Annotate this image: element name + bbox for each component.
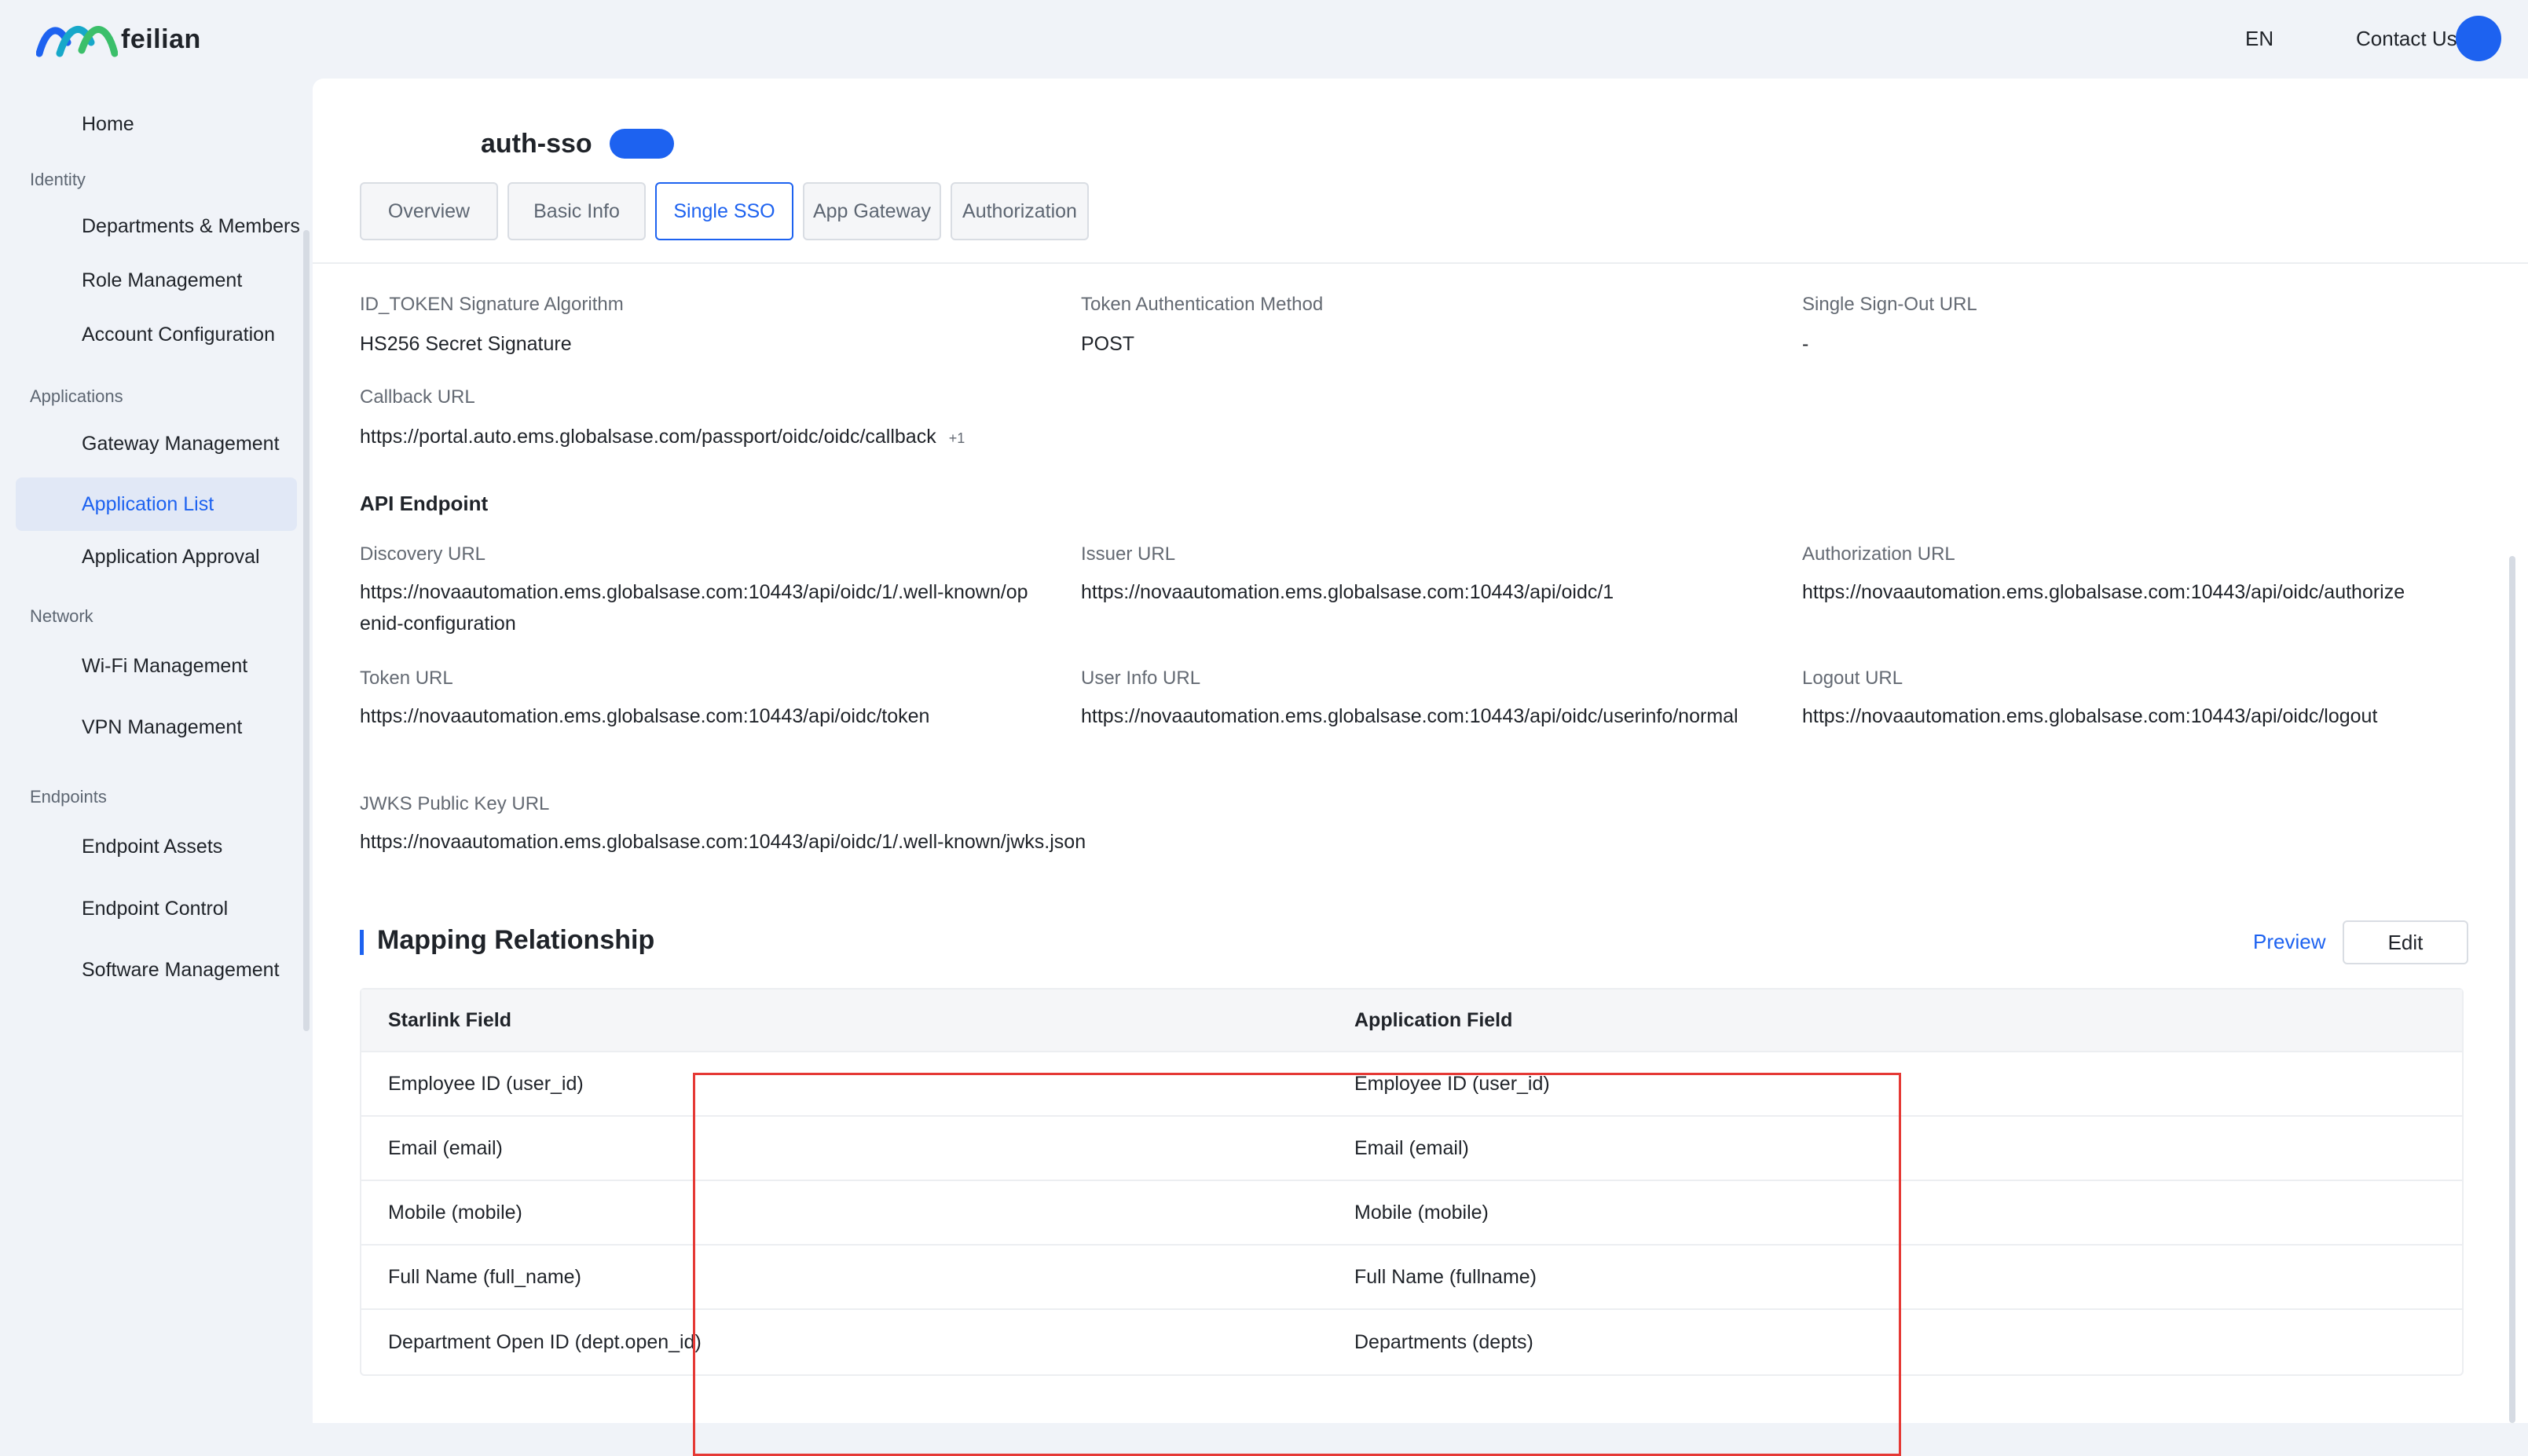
language-switch[interactable]: EN (2245, 27, 2273, 51)
token-url-value: https://novaautomation.ems.globalsase.co… (360, 705, 930, 727)
user-info-url-value: https://novaautomation.ems.globalsase.co… (1081, 705, 1738, 727)
section-accent-bar (360, 930, 364, 955)
sidebar-group-endpoints: Endpoints (30, 787, 107, 807)
sidebar-item-account-configuration[interactable]: Account Configuration (16, 308, 297, 361)
callback-more-badge[interactable]: +1 (949, 430, 965, 446)
application-field-cell: Mobile (mobile) (1354, 1201, 1489, 1224)
sidebar-item-vpn-management[interactable]: VPN Management (16, 701, 297, 754)
user-info-url-label: User Info URL (1081, 668, 1201, 689)
application-field-cell: Employee ID (user_id) (1354, 1072, 1550, 1095)
api-endpoint-heading: API Endpoint (360, 492, 489, 515)
edit-button[interactable]: Edit (2343, 920, 2468, 964)
main-scrollbar[interactable] (2509, 556, 2515, 1423)
logout-url-value: https://novaautomation.ems.globalsase.co… (1802, 705, 2378, 727)
column-header-application-field: Application Field (1354, 1008, 1513, 1031)
sidebar-item-role-management[interactable]: Role Management (16, 254, 297, 307)
sidebar-item-wifi-management[interactable]: Wi-Fi Management (16, 639, 297, 693)
tab-app-gateway[interactable]: App Gateway (803, 182, 941, 240)
application-field-cell: Full Name (fullname) (1354, 1265, 1537, 1288)
authorization-url-label: Authorization URL (1802, 543, 1955, 565)
table-row: Email (email) Email (email) (361, 1117, 2462, 1181)
sidebar-scrollbar[interactable] (303, 230, 310, 1031)
tab-single-sso[interactable]: Single SSO (655, 182, 793, 240)
mapping-table: Starlink Field Application Field Employe… (360, 988, 2464, 1376)
mapping-title: Mapping Relationship (377, 925, 655, 955)
token-url-label: Token URL (360, 668, 453, 689)
feilian-logo-icon (36, 26, 118, 57)
sidebar-item-gateway-management[interactable]: Gateway Management (16, 417, 297, 470)
callback-url-value: https://portal.auto.ems.globalsase.com/p… (360, 426, 936, 448)
sidebar-item-software-management[interactable]: Software Management (16, 943, 297, 997)
signout-url-label: Single Sign-Out URL (1802, 294, 1977, 315)
sidebar-item-departments[interactable]: Departments & Members (16, 199, 300, 253)
sidebar-group-network: Network (30, 606, 93, 626)
application-field-cell: Email (email) (1354, 1136, 1469, 1159)
avatar[interactable] (2456, 16, 2501, 61)
issuer-url-label: Issuer URL (1081, 543, 1176, 565)
id-token-value: HS256 Secret Signature (360, 333, 572, 355)
brand-name: feilian (121, 24, 201, 54)
sidebar-group-identity: Identity (30, 170, 86, 189)
token-auth-value: POST (1081, 333, 1135, 355)
callback-url-row: https://portal.auto.ems.globalsase.com/p… (360, 421, 965, 454)
starlink-field-cell: Email (email) (388, 1136, 503, 1159)
jwks-url-value: https://novaautomation.ems.globalsase.co… (360, 831, 1086, 853)
contact-us-link[interactable]: Contact Us (2356, 27, 2457, 51)
preview-link[interactable]: Preview (2253, 930, 2325, 954)
discovery-url-value: https://novaautomation.ems.globalsase.co… (360, 581, 1028, 635)
signout-url-value: - (1802, 333, 1809, 355)
logout-url-label: Logout URL (1802, 668, 1903, 689)
logo[interactable]: feilian (36, 19, 201, 60)
tab-overview[interactable]: Overview (360, 182, 498, 240)
id-token-label: ID_TOKEN Signature Algorithm (360, 294, 624, 315)
sidebar-item-home[interactable]: Home (16, 97, 297, 151)
top-bar: feilian EN Contact Us (0, 0, 2528, 77)
app-enabled-toggle[interactable] (610, 129, 674, 159)
column-header-starlink-field: Starlink Field (388, 1008, 511, 1031)
sidebar-item-application-list[interactable]: Application List (16, 477, 297, 531)
tab-authorization[interactable]: Authorization (951, 182, 1089, 240)
table-row: Employee ID (user_id) Employee ID (user_… (361, 1052, 2462, 1117)
jwks-url-label: JWKS Public Key URL (360, 793, 550, 814)
callback-url-label: Callback URL (360, 386, 475, 408)
sidebar: Home Identity Departments & Members Role… (0, 77, 313, 1423)
tab-basic-info[interactable]: Basic Info (507, 182, 646, 240)
table-header-row: Starlink Field Application Field (361, 990, 2462, 1052)
application-field-cell: Departments (depts) (1354, 1330, 1533, 1353)
main-panel: auth-sso Overview Basic Info Single SSO … (313, 79, 2528, 1456)
page-title: auth-sso (481, 129, 592, 159)
starlink-field-cell: Mobile (mobile) (388, 1201, 522, 1224)
table-row: Department Open ID (dept.open_id) Depart… (361, 1310, 2462, 1374)
starlink-field-cell: Department Open ID (dept.open_id) (388, 1330, 702, 1353)
sidebar-item-endpoint-assets[interactable]: Endpoint Assets (16, 820, 297, 873)
table-row: Full Name (full_name) Full Name (fullnam… (361, 1246, 2462, 1310)
discovery-url-label: Discovery URL (360, 543, 486, 565)
starlink-field-cell: Employee ID (user_id) (388, 1072, 584, 1095)
sidebar-group-applications: Applications (30, 386, 123, 406)
sidebar-item-endpoint-control[interactable]: Endpoint Control (16, 882, 297, 935)
sidebar-item-application-approval[interactable]: Application Approval (16, 530, 297, 583)
table-row: Mobile (mobile) Mobile (mobile) (361, 1181, 2462, 1246)
starlink-field-cell: Full Name (full_name) (388, 1265, 581, 1288)
token-auth-label: Token Authentication Method (1081, 294, 1324, 315)
issuer-url-value: https://novaautomation.ems.globalsase.co… (1081, 581, 1614, 603)
authorization-url-value: https://novaautomation.ems.globalsase.co… (1802, 581, 2405, 603)
tabs-divider (313, 262, 2528, 264)
